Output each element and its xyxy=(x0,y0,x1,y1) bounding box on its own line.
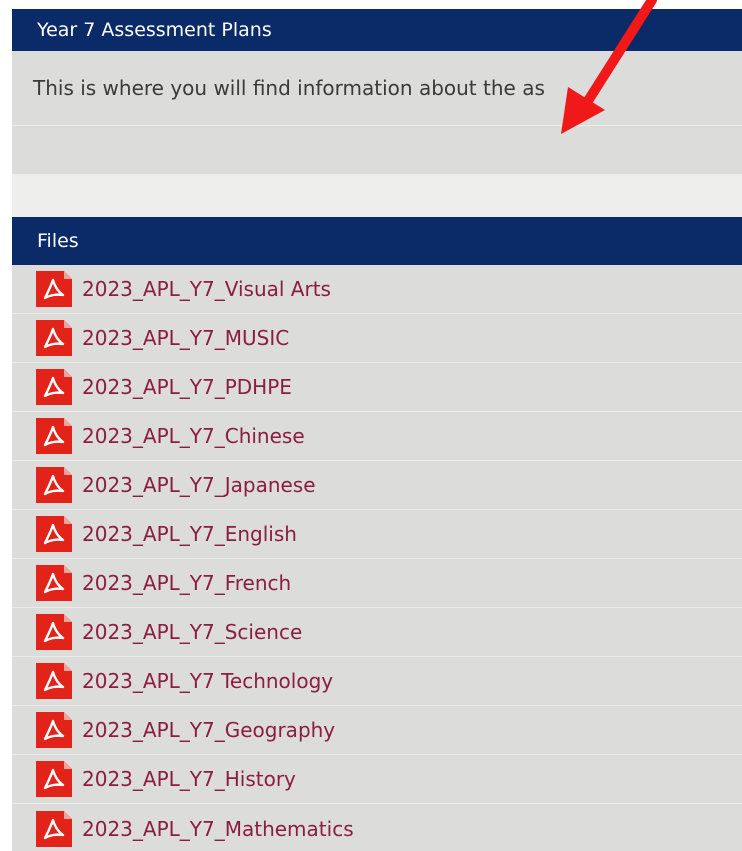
pdf-icon xyxy=(36,712,72,748)
section-title: Year 7 Assessment Plans xyxy=(37,19,272,41)
file-item[interactable]: 2023_APL_Y7_Mathematics xyxy=(12,804,742,851)
file-link[interactable]: 2023_APL_Y7_Visual Arts xyxy=(82,277,331,301)
pdf-icon xyxy=(36,467,72,503)
pdf-icon xyxy=(36,320,72,356)
file-item[interactable]: 2023_APL_Y7_Japanese xyxy=(12,461,742,510)
pdf-icon xyxy=(36,810,72,847)
file-link[interactable]: 2023_APL_Y7_Science xyxy=(82,620,302,644)
file-link[interactable]: 2023_APL_Y7_Chinese xyxy=(82,424,305,448)
file-link[interactable]: 2023_APL_Y7_Mathematics xyxy=(82,817,354,841)
empty-row xyxy=(12,126,742,174)
section-description: This is where you will find information … xyxy=(12,51,742,125)
file-link[interactable]: 2023_APL_Y7_Geography xyxy=(82,718,335,742)
spacer-band xyxy=(12,174,742,217)
pdf-icon xyxy=(36,614,72,650)
file-link[interactable]: 2023_APL_Y7_Japanese xyxy=(82,473,316,497)
file-item[interactable]: 2023_APL_Y7_MUSIC xyxy=(12,314,742,363)
file-item[interactable]: 2023_APL_Y7_Science xyxy=(12,608,742,657)
pdf-icon xyxy=(36,565,72,601)
pdf-icon xyxy=(36,516,72,552)
files-header: Files xyxy=(12,217,742,265)
file-item[interactable]: 2023_APL_Y7 Technology xyxy=(12,657,742,706)
section-header: Year 7 Assessment Plans xyxy=(12,9,742,51)
files-heading: Files xyxy=(37,230,79,252)
pdf-icon xyxy=(36,761,72,797)
file-item[interactable]: 2023_APL_Y7_French xyxy=(12,559,742,608)
file-link[interactable]: 2023_APL_Y7 Technology xyxy=(82,669,333,693)
file-link[interactable]: 2023_APL_Y7_English xyxy=(82,522,297,546)
file-link[interactable]: 2023_APL_Y7_PDHPE xyxy=(82,375,292,399)
file-item[interactable]: 2023_APL_Y7_Geography xyxy=(12,706,742,755)
file-item[interactable]: 2023_APL_Y7_Visual Arts xyxy=(12,265,742,314)
pdf-icon xyxy=(36,418,72,454)
file-item[interactable]: 2023_APL_Y7_Chinese xyxy=(12,412,742,461)
description-text: This is where you will find information … xyxy=(33,76,545,100)
file-item[interactable]: 2023_APL_Y7_English xyxy=(12,510,742,559)
pdf-icon xyxy=(36,271,72,307)
file-item[interactable]: 2023_APL_Y7_History xyxy=(12,755,742,804)
assessment-plans-panel: Year 7 Assessment Plans This is where yo… xyxy=(12,9,742,851)
pdf-icon xyxy=(36,369,72,405)
file-link[interactable]: 2023_APL_Y7_History xyxy=(82,767,296,791)
file-link[interactable]: 2023_APL_Y7_MUSIC xyxy=(82,326,289,350)
file-link[interactable]: 2023_APL_Y7_French xyxy=(82,571,291,595)
file-list: 2023_APL_Y7_Visual Arts 2023_APL_Y7_MUSI… xyxy=(12,265,742,851)
pdf-icon xyxy=(36,663,72,699)
file-item[interactable]: 2023_APL_Y7_PDHPE xyxy=(12,363,742,412)
